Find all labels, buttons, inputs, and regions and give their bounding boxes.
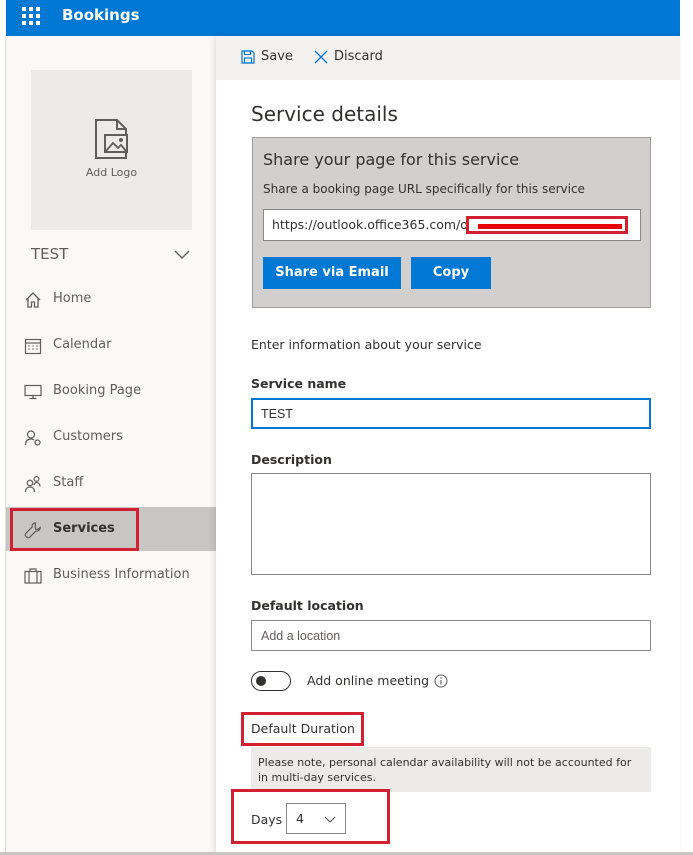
share-via-email-button[interactable]: Share via Email [263, 257, 401, 289]
discard-button[interactable]: Discard [314, 48, 386, 68]
calendar-icon [24, 338, 42, 355]
online-meeting-label: Add online meeting [307, 673, 430, 688]
sidebar-item-label: Services [53, 521, 115, 536]
app-title[interactable]: Bookings [62, 6, 140, 24]
online-meeting-toggle[interactable] [251, 671, 291, 691]
sidebar-item-calendar[interactable]: Calendar [6, 323, 216, 367]
close-icon [314, 50, 328, 64]
home-icon [25, 292, 41, 308]
sidebar-item-staff[interactable]: Staff [6, 461, 216, 505]
customers-icon [24, 430, 41, 446]
image-icon [95, 119, 128, 159]
sidebar-item-label: Calendar [53, 337, 112, 352]
default-duration-label: Default Duration [251, 721, 355, 736]
discard-label: Discard [334, 49, 383, 64]
save-button[interactable]: Save [241, 48, 297, 68]
share-subtitle: Share a booking page URL specifically fo… [263, 182, 585, 196]
chevron-down-icon [324, 816, 336, 823]
days-label: Days [251, 812, 283, 827]
sidebar-item-customers[interactable]: Customers [6, 415, 216, 459]
app-launcher-icon[interactable] [20, 5, 42, 27]
staff-icon [24, 475, 41, 493]
briefcase-icon [24, 568, 42, 584]
chevron-down-icon[interactable] [174, 248, 190, 260]
description-input[interactable] [251, 473, 651, 575]
save-icon [241, 50, 255, 64]
service-details-panel: Save Discard Service details Share your … [216, 36, 680, 855]
save-label: Save [261, 49, 293, 64]
info-icon[interactable] [434, 674, 448, 688]
days-dropdown[interactable]: 4 [286, 803, 346, 834]
sidebar-item-label: Staff [53, 475, 84, 490]
service-name-input[interactable] [251, 398, 651, 429]
sidebar-item-home[interactable]: Home [6, 277, 216, 321]
business-name[interactable]: TEST [31, 245, 68, 263]
location-input[interactable] [251, 620, 651, 651]
sidebar-item-label: Home [53, 291, 92, 306]
sidebar-item-label: Business Information [53, 567, 190, 582]
sidebar-item-label: Booking Page [53, 383, 142, 398]
add-logo-button[interactable]: Add Logo [31, 70, 192, 230]
page-title: Service details [251, 102, 398, 126]
sidebar-item-label: Customers [53, 429, 123, 444]
top-app-bar: Bookings [6, 0, 680, 36]
sidebar-item-booking-page[interactable]: Booking Page [6, 369, 216, 413]
command-bar: Save Discard [216, 36, 680, 80]
monitor-icon [24, 384, 42, 400]
form-hint: Enter information about your service [251, 337, 482, 352]
redaction-bar [478, 224, 622, 229]
share-page-section: Share your page for this service Share a… [252, 137, 651, 308]
copy-url-button[interactable]: Copy [411, 257, 491, 289]
description-label: Description [251, 452, 332, 467]
sidebar-item-business-information[interactable]: Business Information [6, 553, 216, 597]
service-name-label: Service name [251, 376, 347, 391]
toggle-knob [256, 676, 266, 686]
share-title: Share your page for this service [263, 150, 520, 169]
sidebar-item-services[interactable]: Services [6, 507, 216, 551]
days-value: 4 [296, 811, 304, 826]
wrench-icon [24, 522, 41, 539]
multi-day-notice: Please note, personal calendar availabil… [251, 747, 651, 792]
sidebar: Add Logo TEST Home Calendar Booking Page… [6, 36, 216, 855]
default-location-label: Default location [251, 598, 364, 613]
add-logo-label: Add Logo [85, 166, 138, 179]
